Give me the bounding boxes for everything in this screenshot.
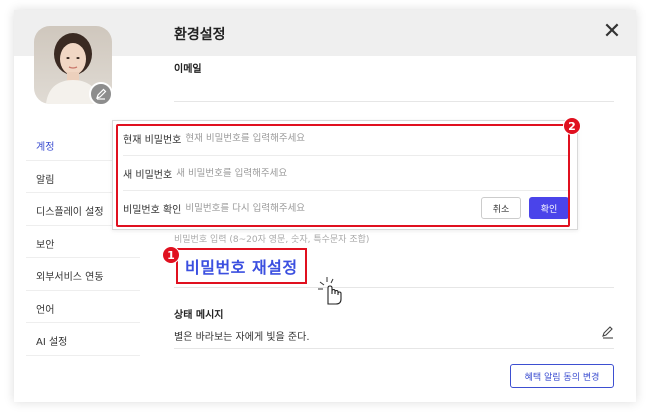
confirm-password-label: 비밀번호 확인 [123, 204, 182, 216]
confirm-password-row: 비밀번호 확인 취소 확인 [123, 191, 569, 225]
divider [174, 101, 614, 102]
current-password-row: 현재 비밀번호 [123, 121, 569, 155]
status-message-label: 상태 메시지 [174, 310, 224, 321]
new-password-input[interactable] [176, 167, 569, 179]
benefit-consent-change-button[interactable]: 혜택 알림 동의 변경 [510, 364, 614, 388]
confirm-password-input[interactable] [185, 202, 481, 214]
password-reset-link[interactable]: 비밀번호 재설정 [176, 248, 307, 284]
divider [174, 348, 614, 349]
pencil-icon[interactable] [600, 324, 616, 340]
current-password-label: 현재 비밀번호 [123, 134, 182, 146]
sidebar-item-security[interactable]: 보안 [26, 226, 140, 258]
avatar-edit-button[interactable] [89, 82, 113, 106]
divider [174, 287, 614, 288]
email-label: 이메일 [174, 64, 202, 75]
annotation-badge-1: 1 [162, 246, 180, 264]
pencil-icon [96, 88, 107, 100]
annotation-badge-2: 2 [563, 117, 581, 135]
current-password-input[interactable] [185, 132, 569, 144]
password-change-popup: 현재 비밀번호 새 비밀번호 비밀번호 확인 취소 확인 [112, 120, 578, 230]
hand-pointer-icon [318, 277, 342, 305]
cancel-button[interactable]: 취소 [481, 197, 521, 219]
new-password-label: 새 비밀번호 [123, 169, 173, 181]
password-hint: 비밀번호 입력 (8~20자 영문, 숫자, 특수문자 조합) [174, 235, 370, 245]
confirm-button[interactable]: 확인 [529, 197, 569, 219]
status-message-text: 별은 바라보는 자에게 빛을 준다. [174, 332, 310, 343]
sidebar-item-language[interactable]: 언어 [26, 291, 140, 323]
sidebar-item-ai[interactable]: AI 설정 [26, 323, 140, 356]
new-password-row: 새 비밀번호 [123, 156, 569, 190]
sidebar-item-external-services[interactable]: 외부서비스 연동 [26, 258, 140, 291]
